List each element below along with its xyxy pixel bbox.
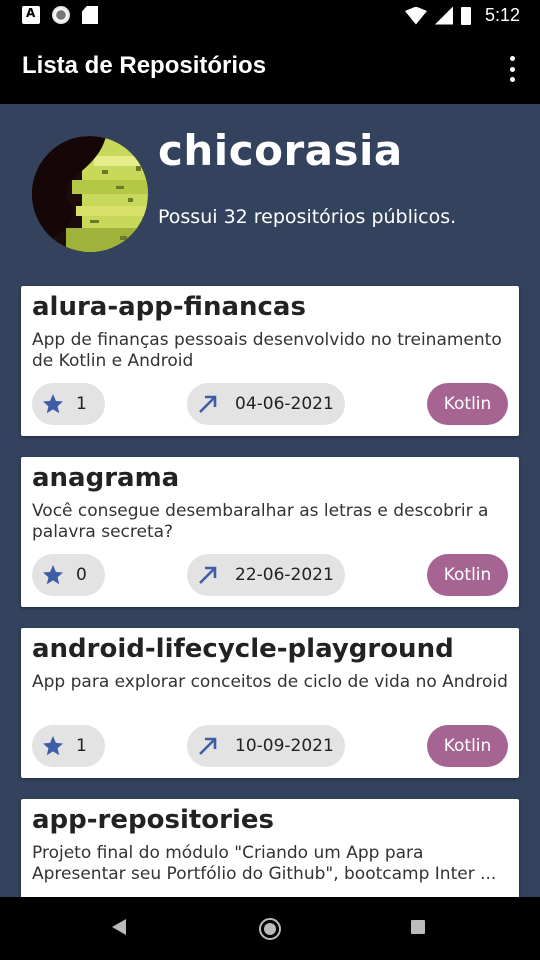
star-icon xyxy=(40,733,66,759)
recents-icon[interactable] xyxy=(411,920,425,934)
repo-description: App de finanças pessoais desenvolvido no… xyxy=(32,330,502,371)
repo-name: android-lifecycle-playground xyxy=(32,634,454,664)
stars-count: 1 xyxy=(76,736,87,756)
profile-header: chicorasia Possui 32 repositórios públic… xyxy=(0,104,540,284)
updated-date: 10-09-2021 xyxy=(235,736,334,756)
language-chip: Kotlin xyxy=(427,383,508,425)
repo-name: app-repositories xyxy=(32,805,275,835)
star-icon xyxy=(40,391,66,417)
repo-card[interactable]: alura-app-financas App de finanças pesso… xyxy=(21,286,519,436)
repo-name: alura-app-financas xyxy=(32,292,306,322)
app-bar: Lista de Repositórios xyxy=(0,32,540,104)
wifi-icon xyxy=(404,6,427,25)
avatar xyxy=(32,136,148,252)
battery-icon xyxy=(460,6,471,25)
signal-icon xyxy=(434,6,453,25)
main-content[interactable]: chicorasia Possui 32 repositórios públic… xyxy=(0,104,540,897)
repo-card[interactable]: anagrama Você consegue desembaralhar as … xyxy=(21,457,519,607)
repo-description: Projeto final do módulo "Criando um App … xyxy=(32,843,497,884)
star-icon xyxy=(40,562,66,588)
trending-up-icon xyxy=(195,391,221,417)
updated-chip: 22-06-2021 xyxy=(187,554,345,596)
stars-chip: 1 xyxy=(32,725,105,767)
status-bar: 5:12 xyxy=(0,0,540,32)
updated-chip: 04-06-2021 xyxy=(187,383,345,425)
trending-up-icon xyxy=(195,562,221,588)
page-title: Lista de Repositórios xyxy=(22,52,267,79)
updated-date: 04-06-2021 xyxy=(235,394,334,414)
repo-card[interactable]: android-lifecycle-playground App para ex… xyxy=(21,628,519,778)
back-icon[interactable] xyxy=(112,919,126,935)
stars-count: 1 xyxy=(76,394,87,414)
stars-count: 0 xyxy=(76,565,87,585)
language-chip: Kotlin xyxy=(427,725,508,767)
accessibility-icon xyxy=(22,6,40,24)
updated-chip: 10-09-2021 xyxy=(187,725,345,767)
language-chip: Kotlin xyxy=(427,554,508,596)
stars-chip: 0 xyxy=(32,554,105,596)
repo-name: anagrama xyxy=(32,463,180,493)
more-vert-icon[interactable] xyxy=(502,56,522,82)
updated-date: 22-06-2021 xyxy=(235,565,334,585)
repo-card[interactable]: app-repositories Projeto final do módulo… xyxy=(21,799,519,897)
home-icon[interactable] xyxy=(259,918,281,940)
repo-count: Possui 32 repositórios públicos. xyxy=(158,206,457,228)
status-time: 5:12 xyxy=(484,5,520,25)
trending-up-icon xyxy=(195,733,221,759)
repo-description: Você consegue desembaralhar as letras e … xyxy=(32,501,489,542)
repo-description: App para explorar conceitos de ciclo de … xyxy=(32,672,508,692)
username: chicorasia xyxy=(158,126,403,175)
stars-chip: 1 xyxy=(32,383,105,425)
sync-icon xyxy=(52,6,70,24)
sd-card-icon xyxy=(82,6,98,24)
navigation-bar xyxy=(0,897,540,960)
